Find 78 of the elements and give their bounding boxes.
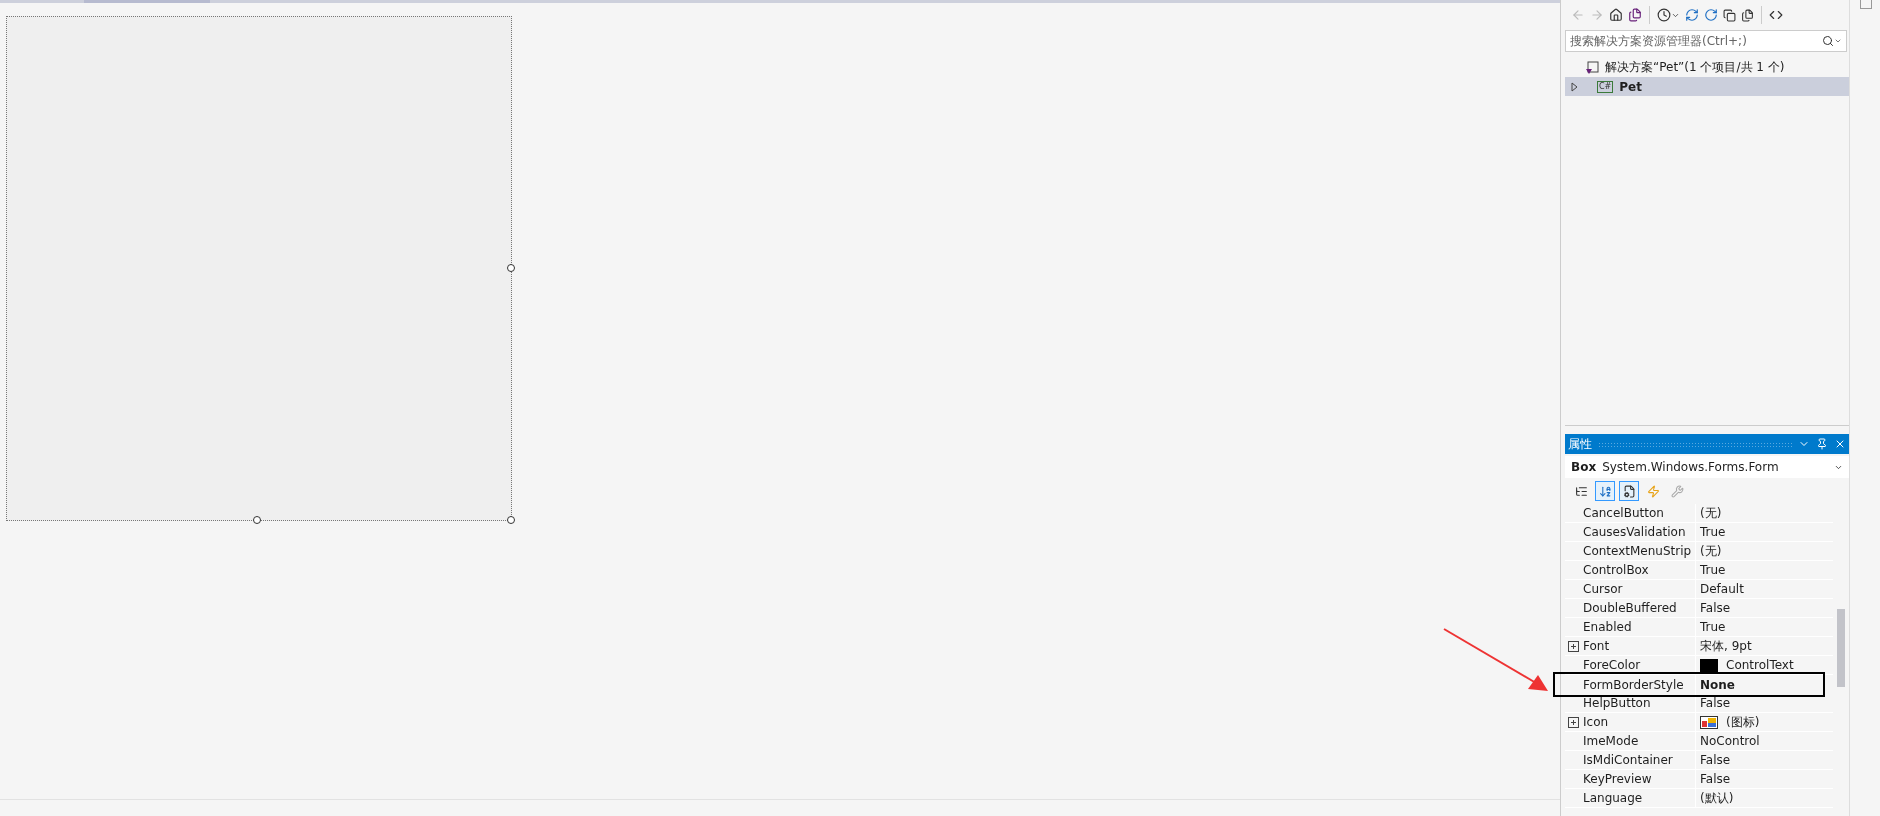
property-row[interactable]: Language (默认): [1565, 789, 1833, 808]
property-row[interactable]: IsMdiContainer False: [1565, 751, 1833, 770]
property-row[interactable]: ImeMode NoControl: [1565, 732, 1833, 751]
property-row[interactable]: FormBorderStyle None: [1553, 672, 1825, 697]
property-name: CancelButton: [1581, 504, 1696, 522]
property-value[interactable]: False: [1696, 601, 1731, 615]
property-row[interactable]: HelpButton False: [1565, 694, 1833, 713]
property-value[interactable]: False: [1696, 696, 1731, 710]
property-name: Icon: [1581, 713, 1696, 731]
property-name: Font: [1581, 637, 1696, 655]
search-field[interactable]: 搜索解决方案资源管理器(Ctrl+;): [1565, 30, 1847, 52]
properties-button[interactable]: [1619, 481, 1639, 501]
object-selector[interactable]: Box System.Windows.Forms.Form: [1565, 456, 1849, 478]
expand-icon[interactable]: [1567, 716, 1579, 728]
property-name: CausesValidation: [1581, 523, 1696, 541]
property-value[interactable]: False: [1696, 772, 1731, 786]
property-value[interactable]: 宋体, 9pt: [1696, 637, 1752, 655]
property-value[interactable]: Default: [1696, 582, 1744, 596]
property-value[interactable]: False: [1696, 753, 1731, 767]
property-value[interactable]: True: [1696, 620, 1726, 634]
tree-item[interactable]: C# Pet: [1565, 77, 1849, 96]
property-row[interactable]: Enabled True: [1565, 618, 1833, 637]
property-name: FormBorderStyle: [1581, 674, 1696, 695]
property-row[interactable]: ControlBox True: [1565, 561, 1833, 580]
property-name: IsMdiContainer: [1581, 751, 1696, 769]
resize-handle[interactable]: [507, 264, 515, 272]
property-name: ControlBox: [1581, 561, 1696, 579]
property-value[interactable]: True: [1696, 563, 1726, 577]
panel-title: 属性: [1568, 435, 1592, 453]
property-row[interactable]: DoubleBuffered False: [1565, 599, 1833, 618]
property-name: DoubleBuffered: [1581, 599, 1696, 617]
tree-item[interactable]: 解决方案“Pet”(1 个项目/共 1 个): [1565, 58, 1849, 77]
pin-icon[interactable]: [1816, 438, 1828, 450]
home-icon[interactable]: [1609, 8, 1623, 22]
property-row[interactable]: CancelButton (无): [1565, 504, 1833, 523]
collapsed-icon[interactable]: [1571, 81, 1579, 92]
property-row[interactable]: ContextMenuStrip (无): [1565, 542, 1833, 561]
property-name: ImeMode: [1581, 732, 1696, 750]
expand-icon[interactable]: [1567, 640, 1579, 652]
picture-icon: [1700, 715, 1718, 729]
property-name: Language: [1581, 789, 1696, 807]
code-icon[interactable]: [1769, 8, 1783, 22]
categorized-icon: [1574, 484, 1588, 498]
property-row[interactable]: Cursor Default: [1565, 580, 1833, 599]
csharp-icon: C#: [1597, 80, 1614, 93]
property-name: HelpButton: [1581, 694, 1696, 712]
property-row[interactable]: Font 宋体, 9pt: [1565, 637, 1833, 656]
search-icon[interactable]: [1822, 35, 1834, 47]
sort-button[interactable]: [1595, 481, 1615, 501]
property-row[interactable]: ForeColor ControlText: [1565, 656, 1833, 675]
close-icon[interactable]: [1834, 438, 1846, 450]
property-name: Enabled: [1581, 618, 1696, 636]
resize-handle[interactable]: [507, 516, 515, 524]
property-value[interactable]: (默认): [1696, 789, 1734, 807]
property-name: ForeColor: [1581, 656, 1696, 674]
property-value[interactable]: (无): [1696, 542, 1722, 560]
properties-icon: [1622, 484, 1636, 498]
sync-icon[interactable]: [1685, 8, 1699, 22]
property-name: KeyPreview: [1581, 770, 1696, 788]
property-value[interactable]: NoControl: [1696, 734, 1760, 748]
property-row[interactable]: Icon (图标): [1565, 713, 1833, 732]
lightning-icon: [1646, 484, 1660, 498]
property-row[interactable]: CausesValidation True: [1565, 523, 1833, 542]
property-name: ContextMenuStrip: [1581, 542, 1696, 560]
refresh-icon[interactable]: [1704, 8, 1718, 22]
wrench-icon: [1670, 484, 1684, 498]
caret-icon[interactable]: [1834, 37, 1842, 45]
property-name: Cursor: [1581, 580, 1696, 598]
property-value[interactable]: (无): [1696, 504, 1722, 522]
property-value[interactable]: (图标): [1718, 713, 1760, 731]
sort-icon: [1598, 484, 1612, 498]
property-value[interactable]: ControlText: [1718, 658, 1794, 672]
property-value[interactable]: None: [1696, 677, 1735, 692]
clock-icon[interactable]: [1657, 8, 1671, 22]
property-value[interactable]: True: [1696, 525, 1726, 539]
resize-handle[interactable]: [253, 516, 261, 524]
pages-icon[interactable]: [1741, 8, 1754, 22]
property-row[interactable]: KeyPreview False: [1565, 770, 1833, 789]
